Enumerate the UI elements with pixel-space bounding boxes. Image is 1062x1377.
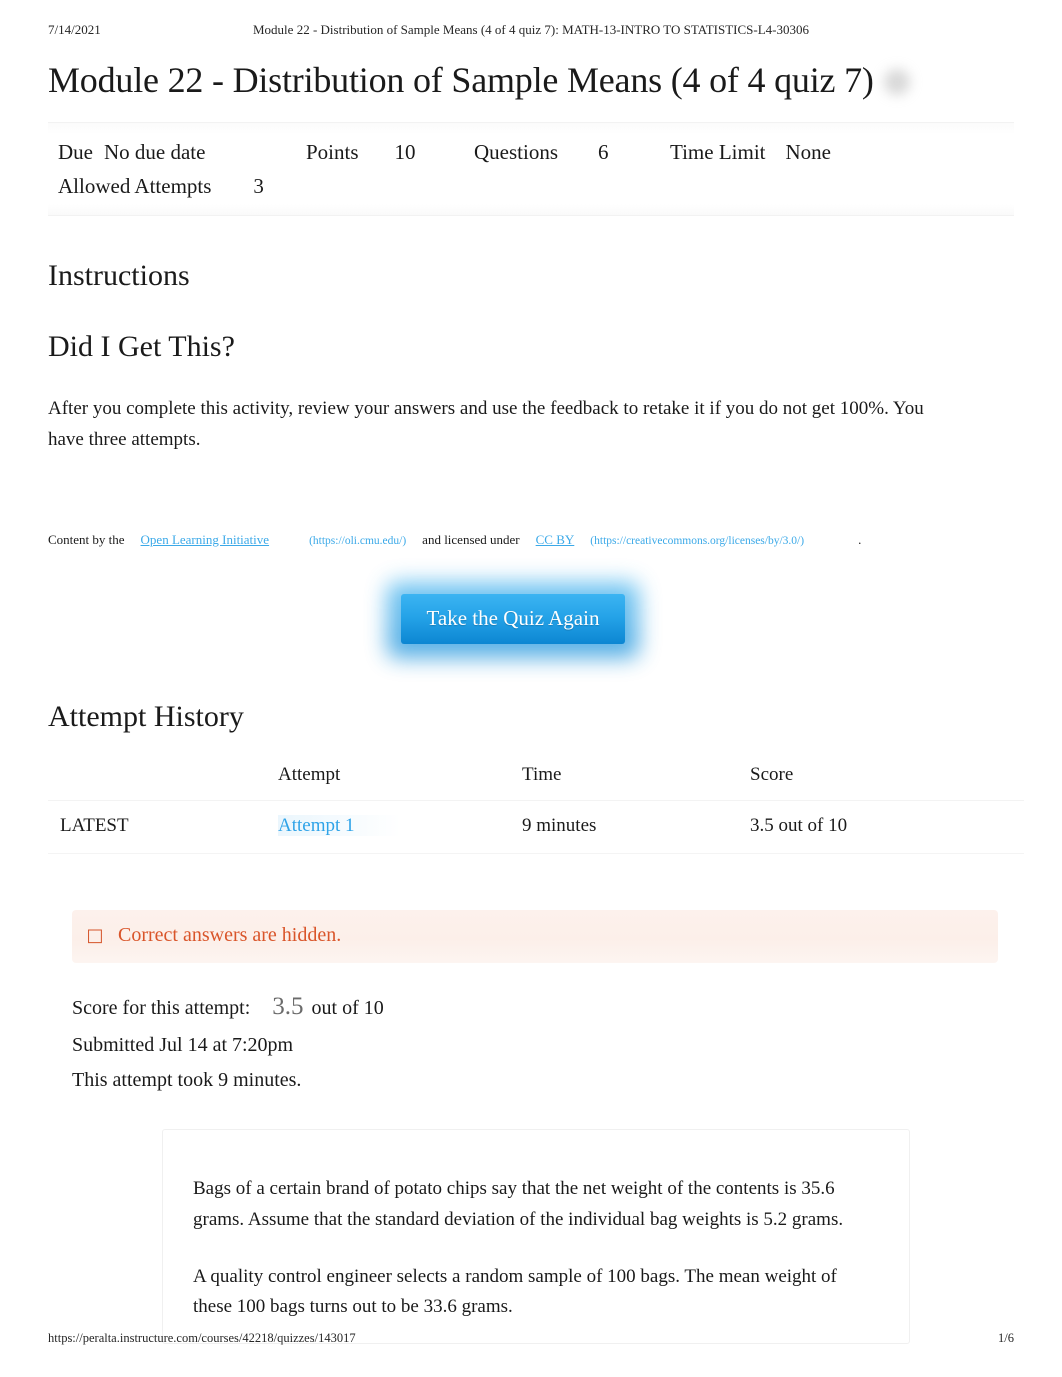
score-suffix: out of 10 <box>311 997 384 1020</box>
meta-allowed-attempts-label: Allowed Attempts <box>58 173 212 198</box>
attempt-cell: Attempt 1 <box>278 800 522 855</box>
meta-due: Due No due date <box>58 136 306 170</box>
attribution-line: Content by the Open Learning Initiative (h… <box>48 530 1014 550</box>
quiz-metadata-row-1: Due No due date Points 10 Questions 6 Ti… <box>48 136 1014 170</box>
column-header-blank <box>48 760 278 802</box>
published-status-icon <box>883 68 910 95</box>
attribution-suffix: . <box>858 531 862 547</box>
cc-by-link[interactable]: CC BY <box>536 532 575 547</box>
meta-questions: Questions 6 <box>474 136 670 170</box>
warning-message: Correct answers are hidden. <box>118 924 342 947</box>
page-title: Module 22 - Distribution of Sample Means… <box>48 52 1014 108</box>
meta-time-limit-value: None <box>785 140 832 165</box>
meta-due-label: Due <box>58 140 93 165</box>
meta-allowed-attempts-value: 3 <box>253 173 264 198</box>
meta-questions-label: Questions <box>474 140 558 165</box>
meta-questions-value: 6 <box>598 140 609 165</box>
meta-points-label: Points <box>306 140 359 165</box>
take-quiz-again-glow: Take the Quiz Again <box>400 594 626 645</box>
tofu-box-icon: □ <box>86 925 104 947</box>
submitted-line: Submitted Jul 14 at 7:20pm <box>72 1034 294 1057</box>
oli-url: (https://oli.cmu.edu/) <box>309 534 407 547</box>
score-line: Score for this attempt: 3.5 out of 10 <box>72 985 1014 1028</box>
meta-due-value: No due date <box>104 140 206 165</box>
column-header-attempt: Attempt <box>278 760 522 802</box>
quiz-metadata-row-2: Allowed Attempts 3 <box>48 170 1014 204</box>
column-header-time: Time <box>522 760 750 802</box>
latest-badge: LATEST <box>48 800 278 855</box>
print-header: 7/14/2021 Module 22 - Distribution of Sa… <box>48 22 1014 42</box>
meta-time-limit-label: Time Limit <box>670 140 766 165</box>
attempt-history-heading: Attempt History <box>48 700 244 734</box>
instructions-body: After you complete this activity, review… <box>48 398 924 451</box>
attempt-time: 9 minutes <box>522 800 750 855</box>
quiz-title-text: Module 22 - Distribution of Sample Means… <box>48 60 874 100</box>
meta-time-limit: Time Limit None <box>670 136 831 170</box>
quiz-metadata: Due No due date Points 10 Questions 6 Ti… <box>48 122 1014 217</box>
print-footer: https://peralta.instructure.com/courses/… <box>48 1331 1014 1349</box>
correct-answers-hidden-banner: □ Correct answers are hidden. <box>72 910 998 964</box>
meta-points-value: 10 <box>394 140 416 165</box>
footer-page-number: 1/6 <box>998 1331 1014 1345</box>
instructions-heading: Instructions <box>48 259 190 293</box>
cc-by-url: (https://creativecommons.org/licenses/by… <box>590 534 805 547</box>
column-header-score: Score <box>750 760 1024 802</box>
table-header-row: Attempt Time Score <box>48 760 1024 802</box>
take-quiz-again-button[interactable]: Take the Quiz Again <box>400 594 626 645</box>
question-paragraph-2: A quality control engineer selects a ran… <box>193 1265 837 1318</box>
quiz-actions: Take the Quiz Again <box>48 594 1014 645</box>
attempt-score: 3.5 out of 10 <box>750 800 1024 855</box>
attempt-summary: Score for this attempt: 3.5 out of 10 Subm… <box>72 985 1014 1097</box>
print-date: 7/14/2021 <box>48 22 101 37</box>
duration-line: This attempt took 9 minutes. <box>72 1068 302 1091</box>
oli-link[interactable]: Open Learning Initiative <box>141 532 270 547</box>
question-paragraph-1: Bags of a certain brand of potato chips … <box>193 1178 844 1230</box>
page-content: Module 22 - Distribution of Sample Means… <box>48 52 1024 1345</box>
attribution-middle: and licensed under <box>422 531 520 547</box>
footer-url: https://peralta.instructure.com/courses/… <box>48 1331 356 1345</box>
attempt-history-table: Attempt Time Score LATEST Attempt 1 9 mi… <box>48 760 1024 855</box>
table-row: LATEST Attempt 1 9 minutes 3.5 out of 10 <box>48 800 1024 855</box>
score-value: 3.5 <box>272 993 304 1021</box>
print-page-title: Module 22 - Distribution of Sample Means… <box>253 22 809 37</box>
meta-allowed-attempts: Allowed Attempts 3 <box>58 170 264 204</box>
did-i-get-this-heading: Did I Get This? <box>48 330 235 364</box>
attempt-1-link[interactable]: Attempt 1 <box>278 815 401 837</box>
score-label: Score for this attempt: <box>72 997 251 1020</box>
attribution-prefix: Content by the <box>48 531 125 547</box>
meta-points: Points 10 <box>306 136 474 170</box>
question-container: Bags of a certain brand of potato chips … <box>162 1129 910 1345</box>
